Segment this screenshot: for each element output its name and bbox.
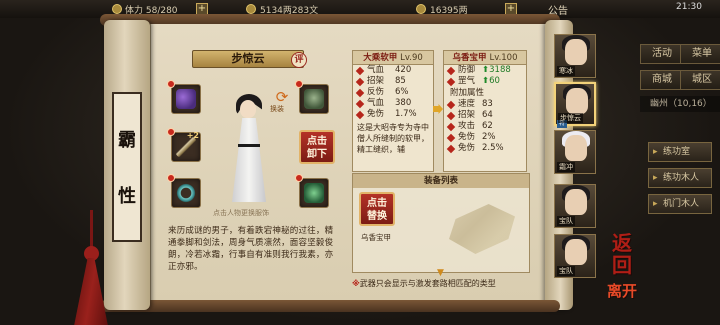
unequip-button[interactable]: 点击 卸下: [299, 130, 335, 164]
stat-row: 免伤 1.7%: [353, 109, 433, 120]
equip-slot-hat[interactable]: [295, 80, 329, 114]
portrait-1[interactable]: 寒冰: [554, 34, 596, 78]
stat-row: 防御 ⬆3188: [444, 65, 526, 76]
portrait-4[interactable]: 宝队: [554, 184, 596, 228]
hat-icon: [304, 89, 324, 109]
sword-icon: [176, 137, 196, 157]
alert-dot-icon: [167, 174, 175, 182]
figure-hint: 点击人物更换服饰: [213, 209, 269, 217]
weapon-upgrade-level: +2: [186, 131, 199, 140]
menu-button[interactable]: 菜单: [680, 44, 720, 64]
money-icon: [246, 4, 256, 14]
stat-row: 免伤 2%: [444, 132, 526, 143]
new-equip-card: 乌香宝甲 Lv.100 防御 ⬆3188 罡气 ⬆60 附加属性 速度 83 招架 64…: [443, 50, 527, 172]
equip-slot-weapon[interactable]: +2: [167, 128, 201, 162]
scroll-roll-left: 霸 性: [104, 20, 150, 310]
jade-pendant-icon: [304, 183, 324, 203]
category-char-1: 霸: [118, 130, 136, 151]
current-equip-header: 大乘软甲 Lv.90: [353, 51, 433, 65]
tassel: [74, 210, 110, 325]
rail-item-training-room[interactable]: 练功室: [648, 142, 712, 162]
empty-list-watermark: [449, 204, 515, 254]
equip-slot-accessory[interactable]: [295, 174, 329, 208]
stat-row: 反伤 6%: [353, 87, 433, 98]
portrait-2[interactable]: 将步惊云: [554, 82, 596, 128]
stat-row: 攻击 62: [444, 121, 526, 132]
stat-row: 免伤 2.5%: [444, 143, 526, 154]
alert-dot-icon: [295, 80, 303, 88]
alert-dot-icon: [167, 128, 175, 136]
activity-button[interactable]: 活动: [640, 44, 684, 64]
current-equip-card: 大乘软甲 Lv.90 气血 420 招架 85 反伤 6% 气血 380 免伤 1.7% …: [352, 50, 434, 172]
evaluate-icon[interactable]: 评: [291, 52, 307, 68]
stamina-icon: [112, 4, 122, 14]
list-item-name: 乌香宝甲: [361, 233, 391, 242]
location-info: 幽州（10,16）: [640, 96, 720, 112]
equipment-hint: ※武器只会显示与激发套路相匹配的类型: [352, 279, 496, 288]
new-equip-name: 乌香宝甲: [452, 53, 487, 63]
current-equip-level: Lv.90: [400, 53, 423, 63]
extra-attributes-title: 附加属性: [450, 88, 485, 98]
current-equip-name: 大乘软甲: [363, 53, 398, 63]
category-char-2: 性: [118, 186, 136, 207]
swap-outfit-label: 换装: [270, 105, 284, 113]
stat-row: 速度 83: [444, 99, 526, 110]
portrait-5[interactable]: 宝队: [554, 234, 596, 278]
gold-icon: [416, 4, 426, 14]
character-description: 来历成谜的男子，有着跌宕神秘的过往，精通拳脚和剑法，周身气质凛然，面容坚毅俊朗，…: [168, 226, 334, 272]
stat-row: 罡气 ⬆60: [444, 76, 526, 87]
new-equip-header: 乌香宝甲 Lv.100: [444, 51, 526, 65]
character-name: 步惊云: [192, 50, 304, 68]
scroll-down-icon[interactable]: ▼: [437, 268, 444, 278]
list-item[interactable]: 点击 替换 乌香宝甲: [359, 192, 395, 242]
exit-button[interactable]: 返回 离开: [604, 232, 640, 308]
shop-button[interactable]: 商城: [640, 70, 684, 90]
warning-icon: ※: [352, 279, 360, 288]
alert-dot-icon: [167, 80, 175, 88]
stat-row: 招架 85: [353, 76, 433, 87]
category-tab[interactable]: 霸 性: [112, 92, 142, 242]
city-button[interactable]: 城区: [680, 70, 720, 90]
alert-dot-icon: [295, 174, 303, 182]
equip-slot-shoulder[interactable]: [167, 80, 201, 114]
new-equip-level: Lv.100: [489, 53, 518, 63]
stat-row: 招架 64: [444, 110, 526, 121]
ring-icon: [176, 183, 196, 203]
equipment-list-title: 装备列表: [353, 174, 529, 188]
stat-row: 气血 380: [353, 98, 433, 109]
equipment-list: 装备列表 点击 替换 乌香宝甲 ▼: [352, 173, 530, 278]
portrait-3[interactable]: 霜冲: [554, 130, 596, 174]
party-portraits: 寒冰 将步惊云 霜冲 宝队 宝队: [554, 34, 600, 282]
stat-row: 气血 420: [353, 65, 433, 76]
shoulder-gear-icon: [176, 89, 196, 109]
rail-item-mechanism-dummy[interactable]: 机门木人: [648, 194, 712, 214]
rail-item-training-dummy[interactable]: 练功木人: [648, 168, 712, 188]
character-figure[interactable]: [226, 94, 272, 204]
current-equip-flavor: 这是大昭寺专为寺中僧人所缝制的软甲，精工缝织，辅: [357, 123, 429, 154]
exit-bottom-label: 离开: [606, 282, 637, 300]
scroll-rod-bottom: [100, 300, 560, 312]
clock: 21:30: [676, 2, 702, 12]
replace-button[interactable]: 点击 替换: [359, 192, 395, 226]
exit-top-label: 返回: [612, 231, 632, 277]
equip-slot-ring[interactable]: [167, 174, 201, 208]
